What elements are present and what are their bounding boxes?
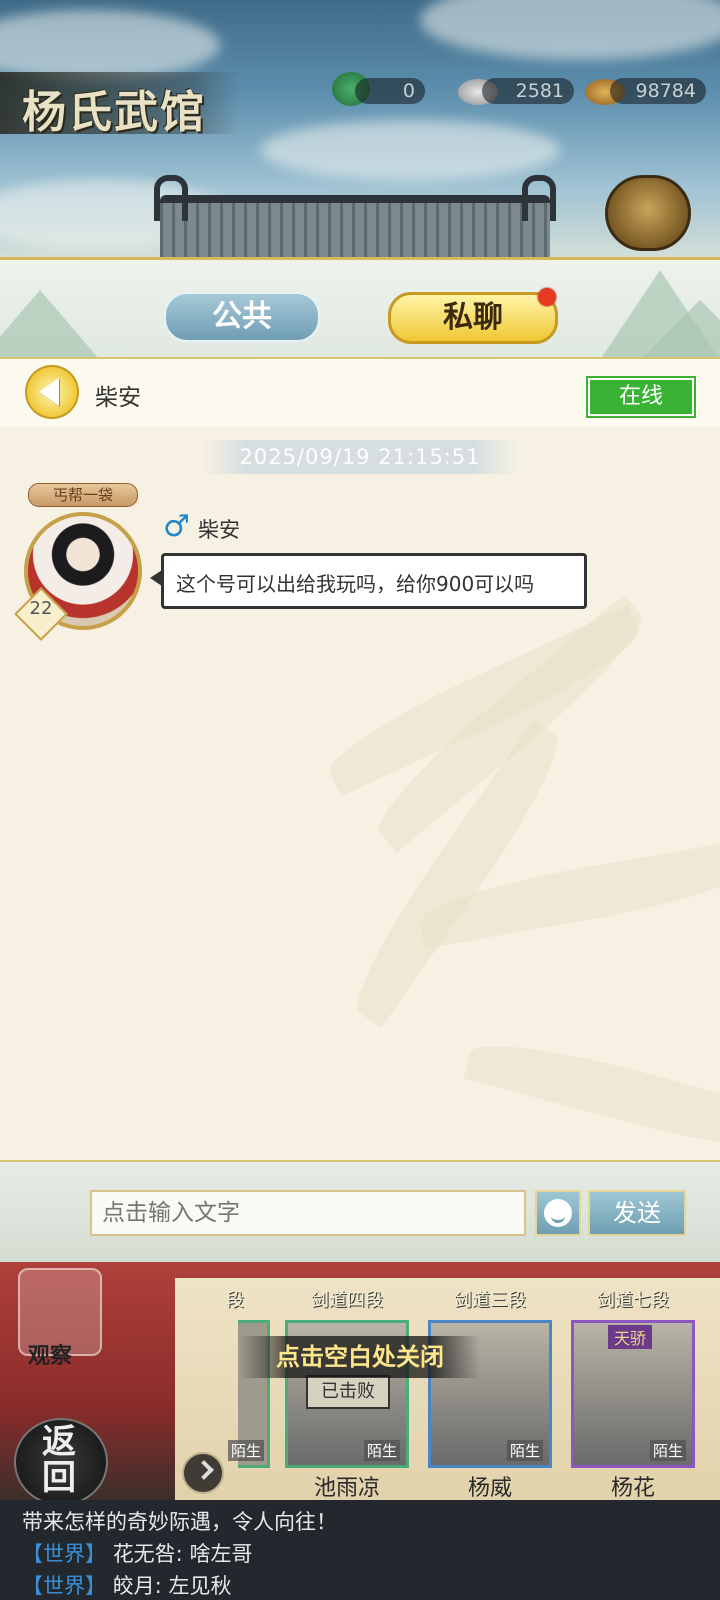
world-chat-line: 【世界】 花无咎: 啥左哥 bbox=[22, 1538, 252, 1568]
currency-jade: 0 bbox=[355, 78, 425, 104]
card-tag: 陌生 bbox=[506, 1440, 543, 1461]
card-tag-partial: 陌生 bbox=[228, 1440, 265, 1461]
emoji-button[interactable] bbox=[535, 1190, 581, 1236]
world-tag: 【世界】 bbox=[22, 1574, 106, 1598]
card-name: 杨威 bbox=[467, 1476, 512, 1501]
level-value: 22 bbox=[29, 598, 53, 619]
back-arrow-button[interactable] bbox=[25, 365, 79, 419]
card-badge: 天骄 bbox=[608, 1325, 653, 1349]
chat-partner-name: 柴安 bbox=[95, 385, 141, 411]
card-stamp: 已击败 bbox=[306, 1375, 390, 1409]
observe-label: 观察 bbox=[28, 1344, 73, 1369]
world-chat-line: 带来怎样的奇妙际遇，令人向往！ bbox=[22, 1510, 337, 1534]
world-message: 花无咎: 啥左哥 bbox=[112, 1542, 253, 1566]
tab-public[interactable]: 公共 bbox=[164, 292, 320, 342]
card-name: 池雨凉 bbox=[313, 1476, 380, 1501]
currency-silver: 2581 bbox=[482, 78, 574, 104]
smiley-icon bbox=[544, 1199, 572, 1227]
page-title: 杨氏武馆 bbox=[22, 87, 206, 138]
tab-private[interactable]: 私聊 bbox=[388, 292, 558, 344]
chat-tabs-bar bbox=[0, 257, 720, 360]
opponent-card[interactable]: 天骄 陌生 bbox=[571, 1320, 695, 1468]
card-tag: 陌生 bbox=[363, 1440, 400, 1461]
world-chat-line: 【世界】 皎月: 左见秋 bbox=[22, 1570, 231, 1600]
currency-copper: 98784 bbox=[610, 78, 706, 104]
message-timestamp: 2025/09/19 21:15:51 bbox=[200, 440, 520, 474]
chevron-right-icon[interactable] bbox=[182, 1452, 224, 1494]
treasure-chest-icon[interactable] bbox=[605, 175, 691, 251]
rank-badge: 丐帮一袋 bbox=[28, 483, 138, 507]
male-icon: ♂ bbox=[163, 509, 190, 544]
message-sender: 柴安 bbox=[198, 518, 240, 542]
card-name: 杨花 bbox=[610, 1476, 655, 1501]
card-rank: 剑道四段 bbox=[311, 1290, 383, 1311]
world-tag: 【世界】 bbox=[22, 1542, 106, 1566]
close-hint[interactable]: 点击空白处关闭 bbox=[240, 1336, 480, 1378]
temple-roof bbox=[154, 175, 556, 265]
return-label: 返回 bbox=[42, 1422, 76, 1498]
notification-dot bbox=[538, 288, 556, 306]
world-message: 皎月: 左见秋 bbox=[112, 1574, 232, 1598]
card-rank: 剑道七段 bbox=[597, 1290, 669, 1311]
card-rank: 剑道三段 bbox=[454, 1290, 526, 1311]
send-button[interactable]: 发送 bbox=[588, 1190, 686, 1236]
card-tag: 陌生 bbox=[649, 1440, 686, 1461]
message-bubble: 这个号可以出给我玩吗，给你900可以吗 bbox=[150, 553, 587, 609]
online-status-badge: 在线 bbox=[586, 376, 696, 418]
message-input[interactable] bbox=[90, 1190, 526, 1236]
